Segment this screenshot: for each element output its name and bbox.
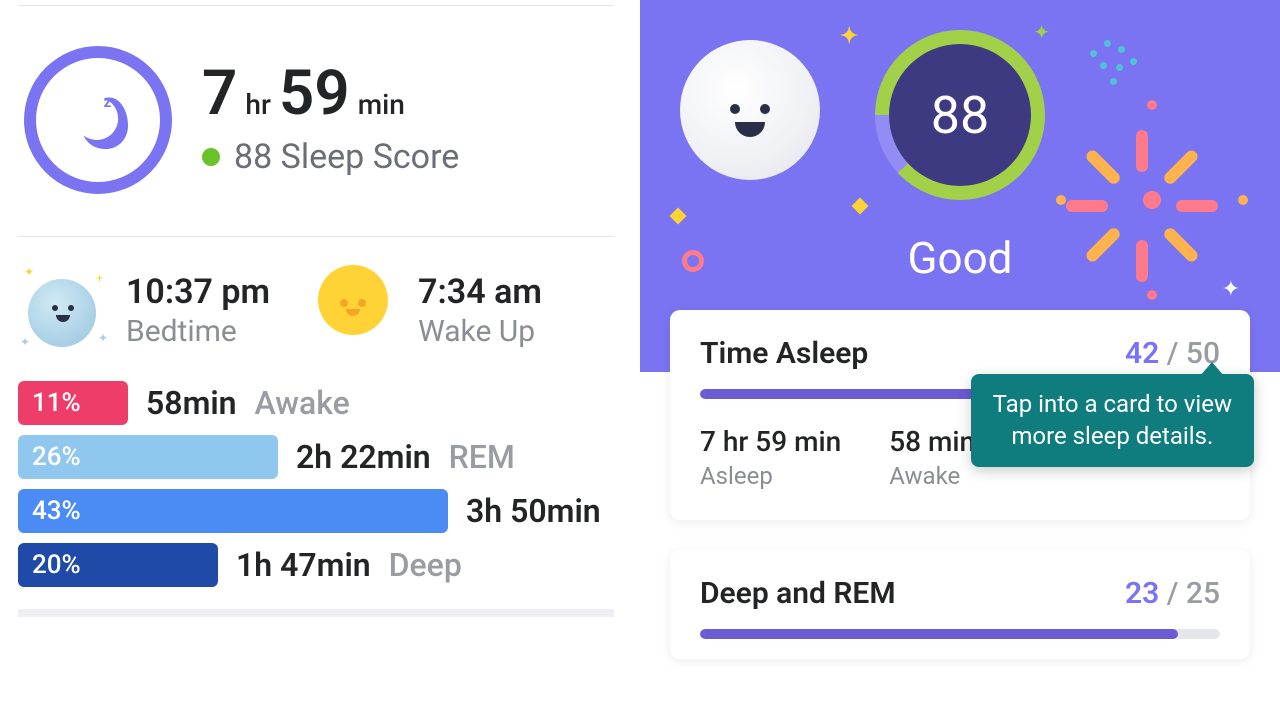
summary-row: z 7 hr 59 min 88 Sleep Score (18, 46, 614, 194)
stage-row: 43% 3h 50min (18, 489, 614, 533)
score-status-dot (202, 148, 220, 166)
wakeup-sun-icon (310, 265, 400, 355)
wakeup-value: 7:34 am (418, 272, 542, 312)
divider (18, 236, 614, 237)
card-progress-bar (700, 629, 1220, 639)
stage-bar: 26% (18, 435, 278, 479)
bedtime-moon-icon: ✦ + ✦ ✦ (18, 265, 108, 355)
bedtime-block: ✦ + ✦ ✦ 10:37 pm Bedtime (18, 265, 270, 355)
stage-row: 11% 58min Awake (18, 381, 614, 425)
hours-value: 7 (202, 63, 237, 125)
stage-bar: 11% (18, 381, 128, 425)
bedtime-value: 10:37 pm (126, 272, 270, 312)
card-title: Deep and REM (700, 576, 896, 611)
stat-label: Asleep (700, 462, 841, 490)
stage-name: Deep (389, 546, 462, 584)
hint-tooltip: Tap into a card to view more sleep detai… (971, 374, 1254, 467)
minutes-value: 59 (279, 63, 350, 125)
card-title: Time Asleep (700, 336, 868, 371)
score-cards: Time Asleep 42 / 50 7 hr 59 min Asleep 5… (640, 310, 1280, 719)
divider (18, 609, 614, 617)
stage-duration: 58min (146, 384, 237, 422)
sleep-moon-icon: z (24, 46, 172, 194)
stage-bar: 20% (18, 543, 218, 587)
sleep-times-row: ✦ + ✦ ✦ 10:37 pm Bedtime 7:34 am (18, 265, 614, 355)
stage-row: 20% 1h 47min Deep (18, 543, 614, 587)
sparkle-icon (852, 198, 869, 215)
svg-text:z: z (104, 93, 112, 111)
sleep-summary-panel: z 7 hr 59 min 88 Sleep Score (0, 0, 640, 720)
stage-name: REM (449, 438, 515, 476)
hero-score-value: 88 (889, 44, 1031, 186)
stage-name: Awake (255, 384, 350, 422)
card-time-asleep[interactable]: Time Asleep 42 / 50 7 hr 59 min Asleep 5… (670, 310, 1250, 520)
stage-duration: 3h 50min (466, 492, 601, 530)
stat-value: 7 hr 59 min (700, 425, 841, 458)
wakeup-label: Wake Up (418, 314, 542, 349)
sleep-score-line: 88 Sleep Score (202, 137, 459, 177)
sparkle-icon (682, 250, 704, 272)
card-score-value: 23 (1125, 576, 1159, 611)
stat-asleep: 7 hr 59 min Asleep (700, 425, 841, 490)
firework-icon (1062, 110, 1242, 290)
tooltip-line2: more sleep details. (1011, 422, 1213, 450)
score-value: 88 (234, 137, 272, 177)
stage-bar: 43% (18, 489, 448, 533)
sleep-stages-chart: 11% 58min Awake 26% 2h 22min REM43% 3h 50min 20… (18, 381, 614, 587)
minutes-unit: min (358, 88, 405, 121)
tooltip-line1: Tap into a card to view (993, 390, 1232, 418)
divider (18, 5, 614, 6)
stage-duration: 1h 47min (236, 546, 371, 584)
sparkle-icon (670, 208, 687, 225)
sparkle-icon: ✦ (840, 24, 858, 49)
sleep-duration: 7 hr 59 min (202, 63, 459, 125)
sleep-score-panel: 88 Good ✦ ✦ ✦ (640, 0, 1280, 720)
wakeup-block: 7:34 am Wake Up (310, 265, 542, 355)
stat-label: Awake (889, 462, 975, 490)
stage-row: 26% 2h 22min REM (18, 435, 614, 479)
card-score-max: 25 (1186, 576, 1220, 611)
stage-duration: 2h 22min (296, 438, 431, 476)
score-progress-ring: 88 (875, 30, 1045, 200)
card-deep-rem[interactable]: Deep and REM 23 / 25 (670, 550, 1250, 659)
hours-unit: hr (245, 88, 270, 121)
stat-awake: 58 min Awake (889, 425, 975, 490)
stat-value: 58 min (889, 425, 975, 458)
sparkle-icon (1090, 40, 1150, 100)
bedtime-label: Bedtime (126, 314, 270, 349)
card-score-value: 42 (1125, 336, 1159, 371)
sparkle-icon: ✦ (1033, 20, 1050, 44)
score-label: Sleep Score (281, 137, 460, 177)
hero-moon-icon (680, 40, 820, 180)
card-score: 23 / 25 (1125, 576, 1220, 611)
